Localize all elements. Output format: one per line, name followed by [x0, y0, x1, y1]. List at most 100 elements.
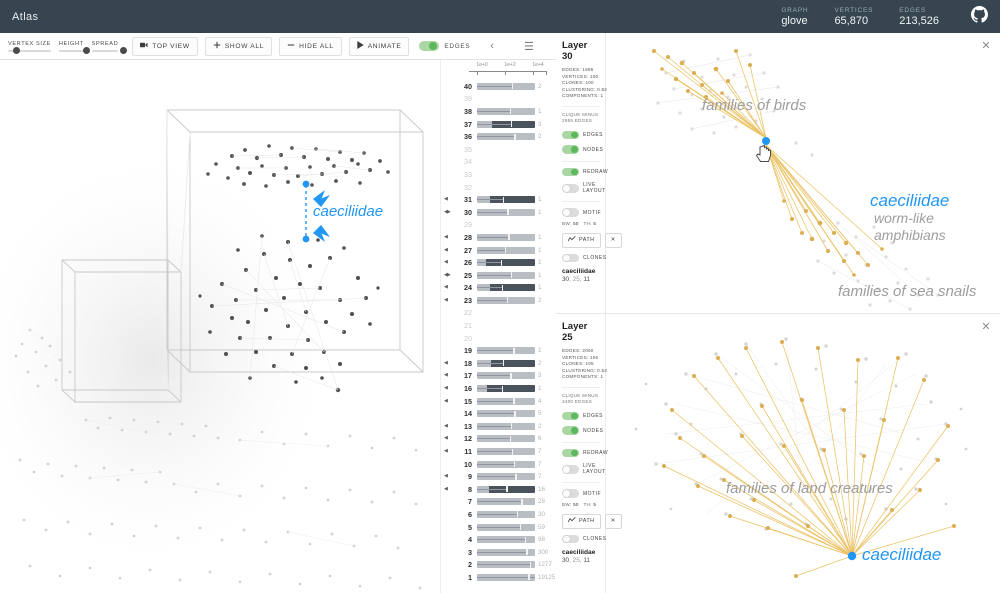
histogram-row-bar[interactable] — [477, 485, 535, 493]
histogram-row[interactable]: 6 30 — [441, 508, 556, 521]
histogram-row[interactable]: 22 — [441, 307, 556, 320]
hide-all-button[interactable]: HIDE ALL — [279, 36, 342, 56]
histogram-row[interactable]: 10 7 — [441, 458, 556, 471]
height-track[interactable] — [58, 47, 90, 54]
top-view-button[interactable]: TOP VIEW — [132, 36, 198, 56]
histogram-row-bar[interactable] — [477, 385, 535, 393]
histogram-row-bar[interactable] — [477, 548, 535, 556]
histogram-row[interactable]: 38 1 — [441, 105, 556, 118]
histogram-row[interactable]: ◀ 31 1 — [441, 193, 556, 206]
layer-25-clones-switch[interactable] — [562, 534, 579, 544]
histogram-row-arrows[interactable]: ◀ — [444, 360, 458, 366]
spread-track[interactable] — [91, 47, 127, 54]
layer-25-edges-switch[interactable] — [562, 411, 579, 421]
histogram-row[interactable]: 33 — [441, 168, 556, 181]
histogram-row[interactable]: 7 28 — [441, 496, 556, 509]
histogram-row-bar[interactable] — [477, 523, 535, 531]
layer-30-clones-switch[interactable] — [562, 253, 579, 263]
histogram-row-arrows[interactable]: ◀ — [444, 247, 458, 253]
histogram-row-bar[interactable] — [477, 460, 535, 468]
layer-25-redraw-toggle[interactable]: REDRAW — [562, 448, 608, 458]
layer-25-live-layout-toggle[interactable]: LIVE LAYOUT — [562, 463, 605, 475]
layer-30-edges-toggle[interactable]: EDGES — [562, 130, 603, 140]
histogram-row-bar[interactable] — [477, 296, 535, 304]
histogram-row[interactable]: 3 300 — [441, 546, 556, 559]
histogram-row[interactable]: 32 — [441, 181, 556, 194]
vertex-size-knob[interactable] — [13, 47, 20, 54]
layer-30-clones-toggle[interactable]: CLONES — [562, 253, 606, 263]
histogram-row[interactable]: 35 — [441, 143, 556, 156]
github-icon[interactable] — [971, 5, 988, 28]
histogram-row-arrows[interactable]: ◀ — [444, 297, 458, 303]
layer-25-close-button[interactable]: ✕ — [980, 321, 992, 333]
histogram-row[interactable]: 19 1 — [441, 344, 556, 357]
layer-30-path-button[interactable]: PATH — [562, 232, 601, 248]
histogram-row[interactable]: ◀ 27 1 — [441, 244, 556, 257]
histogram-row-bar[interactable] — [477, 120, 535, 128]
layer-25-edges-toggle[interactable]: EDGES — [562, 411, 603, 421]
histogram-row[interactable]: 20 — [441, 332, 556, 345]
graph-3d-canvas[interactable]: caeciliidae — [0, 60, 440, 593]
layer-25-nodes-toggle[interactable]: NODES — [562, 426, 603, 435]
layer-25-nodes-switch[interactable] — [562, 426, 579, 435]
histogram-row[interactable]: ◀ 15 4 — [441, 395, 556, 408]
histogram-row-arrows[interactable]: ◀ — [444, 285, 458, 290]
prev-panel-button[interactable]: ‹ — [490, 40, 494, 52]
histogram-row-arrows[interactable]: ◀ — [444, 234, 458, 240]
histogram-row[interactable]: 37 3 — [441, 118, 556, 131]
layer-25-clones-toggle[interactable]: CLONES — [562, 534, 606, 544]
histogram-row[interactable]: 36 2 — [441, 130, 556, 143]
histogram-row[interactable]: ◀ 16 1 — [441, 382, 556, 395]
histogram-row-bar[interactable] — [477, 133, 535, 141]
histogram-row-bar[interactable] — [477, 196, 535, 204]
histogram-row-arrows[interactable]: ◀ — [444, 260, 458, 265]
degree-histogram-panel[interactable]: 1e+0 1e+2 1e+4 40 2 39 38 1 37 3 36 2 35 34 33 32 ◀ 31… — [440, 60, 556, 593]
histogram-row[interactable]: ◀▶ 30 1 — [441, 206, 556, 219]
histogram-row[interactable]: ◀ 28 1 — [441, 231, 556, 244]
histogram-row-arrows[interactable]: ◀ — [444, 436, 458, 441]
histogram-row[interactable]: ◀ 26 1 — [441, 256, 556, 269]
histogram-row-bar[interactable] — [477, 372, 535, 380]
histogram-row[interactable]: 5 59 — [441, 521, 556, 534]
vertex-size-slider[interactable]: VERTEX SIZE — [8, 41, 51, 54]
histogram-row-bar[interactable] — [477, 435, 535, 443]
histogram-row[interactable]: ◀ 23 2 — [441, 294, 556, 307]
layer-30-nodes-switch[interactable] — [562, 145, 579, 154]
spread-slider[interactable]: SPREAD — [91, 41, 127, 54]
histogram-row-bar[interactable] — [477, 246, 535, 254]
animate-button[interactable]: ANIMATE — [348, 36, 410, 56]
histogram-row-bar[interactable] — [477, 233, 535, 241]
histogram-row[interactable]: 4 98 — [441, 533, 556, 546]
histogram-row-arrows[interactable]: ◀ — [444, 197, 458, 202]
histogram-row[interactable]: 21 — [441, 319, 556, 332]
histogram-row-arrows[interactable]: ◀ — [444, 423, 458, 429]
histogram-row-bar[interactable] — [477, 347, 535, 355]
histogram-row-bar[interactable] — [477, 284, 535, 292]
histogram-row-bar[interactable] — [477, 259, 535, 267]
layer-25-live-layout-switch[interactable] — [562, 465, 579, 474]
histogram-row-arrows[interactable]: ◀ — [444, 486, 458, 492]
layer-30-redraw-toggle[interactable]: REDRAW — [562, 167, 608, 177]
layer-25-motif-switch[interactable] — [562, 489, 579, 498]
layer-25-motif-toggle[interactable]: MOTIF — [562, 489, 601, 498]
histogram-row-arrows[interactable]: ◀ — [444, 386, 458, 391]
histogram-row-bar[interactable] — [477, 359, 535, 367]
histogram-row[interactable]: ◀▶ 25 1 — [441, 269, 556, 282]
histogram-row-arrows[interactable]: ◀ — [444, 449, 458, 454]
histogram-row-arrows[interactable]: ◀ — [444, 474, 458, 479]
layer-25-redraw-switch[interactable] — [562, 448, 579, 458]
edges-toggle-switch[interactable] — [419, 41, 440, 51]
histogram-row[interactable]: ◀ 18 2 — [441, 357, 556, 370]
histogram-row[interactable]: ◀ 17 3 — [441, 370, 556, 383]
histogram-row[interactable]: 29 — [441, 219, 556, 232]
layer-30-edges-switch[interactable] — [562, 130, 579, 140]
edges-toggle[interactable]: EDGES — [419, 41, 470, 51]
histogram-row-arrows[interactable]: ◀ — [444, 398, 458, 404]
histogram-row[interactable]: ◀ 12 6 — [441, 433, 556, 446]
layer-30-nodes-toggle[interactable]: NODES — [562, 145, 603, 154]
layer-25-path-button[interactable]: PATH — [562, 513, 601, 529]
histogram-row-bar[interactable] — [477, 107, 535, 115]
histogram-row[interactable]: ◀ 9 7 — [441, 470, 556, 483]
layer-25-graph-view[interactable]: families of land creatures caeciliidae — [606, 314, 1000, 593]
layer-30-motif-switch[interactable] — [562, 208, 579, 217]
